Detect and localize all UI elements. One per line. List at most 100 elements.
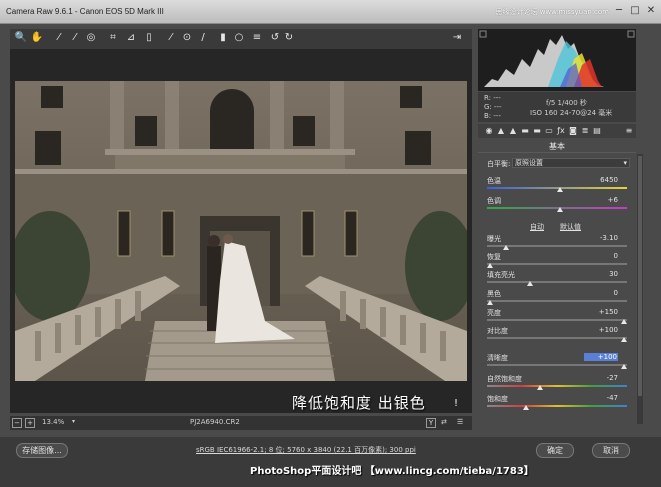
presets-tab-icon[interactable]: ≣: [580, 126, 590, 136]
effects-tab-icon[interactable]: ƒx: [556, 126, 566, 136]
temperature-label: 色温: [487, 177, 501, 185]
vibrance-slider-thumb[interactable]: [536, 385, 543, 390]
brightness-slider[interactable]: [487, 319, 627, 321]
swap-icon[interactable]: ⇄: [441, 418, 447, 426]
clarity-value[interactable]: +100: [584, 353, 618, 361]
contrast-label: 对比度: [487, 327, 508, 335]
panel-menu-icon[interactable]: ≡: [624, 126, 634, 136]
blue-readout: B: ---: [484, 112, 501, 120]
shadow-clip-icon[interactable]: [479, 30, 487, 38]
title-bar: Camera Raw 9.6.1 - Canon EOS 5D Mark III…: [0, 0, 661, 24]
file-name: PJ2A6940.CR2: [190, 418, 240, 426]
tint-value[interactable]: +6: [584, 196, 618, 204]
ok-button[interactable]: 确定: [536, 443, 574, 458]
split-toning-tab-icon[interactable]: ▬: [532, 126, 542, 136]
wb-label: 白平衡:: [487, 160, 511, 168]
save-image-button[interactable]: 存储图像...: [16, 443, 68, 458]
crop-icon[interactable]: ⌗: [106, 31, 120, 45]
wb-value: 原照设置: [515, 159, 543, 167]
temperature-value[interactable]: 6450: [584, 176, 618, 184]
brightness-label: 亮度: [487, 309, 501, 317]
detail-tab-icon[interactable]: ▲: [508, 126, 518, 136]
export-icon[interactable]: ⇥: [450, 31, 464, 45]
basic-tab-icon[interactable]: ◉: [484, 126, 494, 136]
adjustment-brush-icon[interactable]: /: [196, 31, 210, 45]
tint-slider-thumb[interactable]: [556, 207, 563, 212]
exposure-label: 曝光: [487, 235, 501, 243]
saturation-slider[interactable]: [487, 405, 627, 407]
fill-light-label: 填充亮光: [487, 271, 515, 279]
hsl-tab-icon[interactable]: ▬: [520, 126, 530, 136]
color-sampler-icon[interactable]: ⁄: [68, 31, 82, 45]
straighten-icon[interactable]: ⊿: [124, 31, 138, 45]
chevron-down-icon[interactable]: ▾: [72, 418, 75, 425]
clarity-slider[interactable]: [487, 364, 627, 366]
zoom-in-button[interactable]: +: [25, 418, 35, 428]
zoom-out-button[interactable]: −: [12, 418, 22, 428]
blacks-label: 黑色: [487, 290, 501, 298]
contrast-slider[interactable]: [487, 337, 627, 339]
fill-light-slider-thumb[interactable]: [527, 281, 534, 286]
zoom-icon[interactable]: 🔍: [14, 31, 28, 45]
highlight-clip-icon[interactable]: [627, 30, 635, 38]
graduated-filter-icon[interactable]: ▮: [216, 31, 230, 45]
recovery-value[interactable]: 0: [584, 252, 618, 260]
before-after-button[interactable]: Y: [426, 418, 436, 428]
blacks-value[interactable]: 0: [584, 289, 618, 297]
spot-removal-icon[interactable]: ⁄: [164, 31, 178, 45]
brightness-slider-thumb[interactable]: [621, 319, 627, 324]
auto-link[interactable]: 自动: [530, 222, 544, 232]
fill-light-slider[interactable]: [487, 281, 627, 283]
exposure-value[interactable]: -3.10: [584, 234, 618, 242]
cancel-button[interactable]: 取消: [592, 443, 630, 458]
white-balance-select[interactable]: 原照设置 ▾: [512, 158, 630, 168]
histogram-graph: [479, 30, 635, 87]
tint-label: 色调: [487, 197, 501, 205]
blacks-slider[interactable]: [487, 300, 627, 302]
rotate-ccw-icon[interactable]: ↺: [268, 31, 282, 45]
vibrance-slider[interactable]: [487, 385, 627, 387]
rotate-cw-icon[interactable]: ↻: [282, 31, 296, 45]
preferences-icon[interactable]: ≡: [250, 31, 264, 45]
brightness-value[interactable]: +150: [584, 308, 618, 316]
recovery-slider-thumb[interactable]: [487, 263, 493, 268]
red-eye-icon[interactable]: ⊙: [180, 31, 194, 45]
fill-light-value[interactable]: 30: [584, 270, 618, 278]
radial-filter-icon[interactable]: ○: [232, 31, 246, 45]
snapshots-tab-icon[interactable]: ▤: [592, 126, 602, 136]
exposure-slider-thumb[interactable]: [503, 245, 510, 250]
panel-tabs: ◉ ▲ ▲ ▬ ▬ ▭ ƒx ◙ ≣ ▤ ≡: [478, 124, 636, 138]
contrast-value[interactable]: +100: [584, 326, 618, 334]
lens-tab-icon[interactable]: ▭: [544, 126, 554, 136]
contrast-slider-thumb[interactable]: [621, 337, 627, 342]
settings-icon[interactable]: ☰: [457, 418, 463, 426]
transform-icon[interactable]: ▯: [142, 31, 156, 45]
chevron-down-icon: ▾: [623, 159, 627, 167]
vibrance-label: 自然饱和度: [487, 375, 522, 383]
blacks-slider-thumb[interactable]: [487, 300, 493, 305]
hand-icon[interactable]: ✋: [30, 31, 44, 45]
workflow-options-link[interactable]: sRGB IEC61966-2.1; 8 位; 5760 x 3840 (22.…: [196, 445, 416, 455]
recovery-slider[interactable]: [487, 263, 627, 265]
zoom-level[interactable]: 13.4%: [42, 418, 64, 426]
targeted-adjust-icon[interactable]: ◎: [84, 31, 98, 45]
saturation-label: 饱和度: [487, 395, 508, 403]
watermark-text: 思缘设计论坛 www.missyuan.com: [495, 8, 609, 16]
vibrance-value[interactable]: -27: [584, 374, 618, 382]
close-icon[interactable]: ✕: [644, 4, 658, 18]
credit-text: PhotoShop平面设计吧 【www.lincg.com/tieba/1783…: [250, 466, 534, 477]
minimize-icon[interactable]: ─: [612, 4, 626, 18]
saturation-value[interactable]: -47: [584, 394, 618, 402]
camera-calibration-tab-icon[interactable]: ◙: [568, 126, 578, 136]
tone-curve-tab-icon[interactable]: ▲: [496, 126, 506, 136]
lens-info: ISO 160 24-70@24 毫米: [530, 109, 613, 117]
saturation-slider-thumb[interactable]: [523, 405, 530, 410]
tool-bar: ⇥ 🔍 ✋ ⁄ ⁄ ◎ ⌗ ⊿ ▯ ⁄ ⊙ / ▮ ○ ≡ ↺ ↻: [10, 29, 472, 49]
maximize-icon[interactable]: □: [628, 4, 642, 18]
default-link[interactable]: 默认值: [560, 222, 581, 232]
white-balance-icon[interactable]: ⁄: [52, 31, 66, 45]
clarity-slider-thumb[interactable]: [621, 364, 627, 369]
scrollbar-thumb[interactable]: [638, 156, 642, 396]
temperature-slider-thumb[interactable]: [556, 187, 563, 192]
panel-scrollbar[interactable]: [637, 154, 643, 424]
